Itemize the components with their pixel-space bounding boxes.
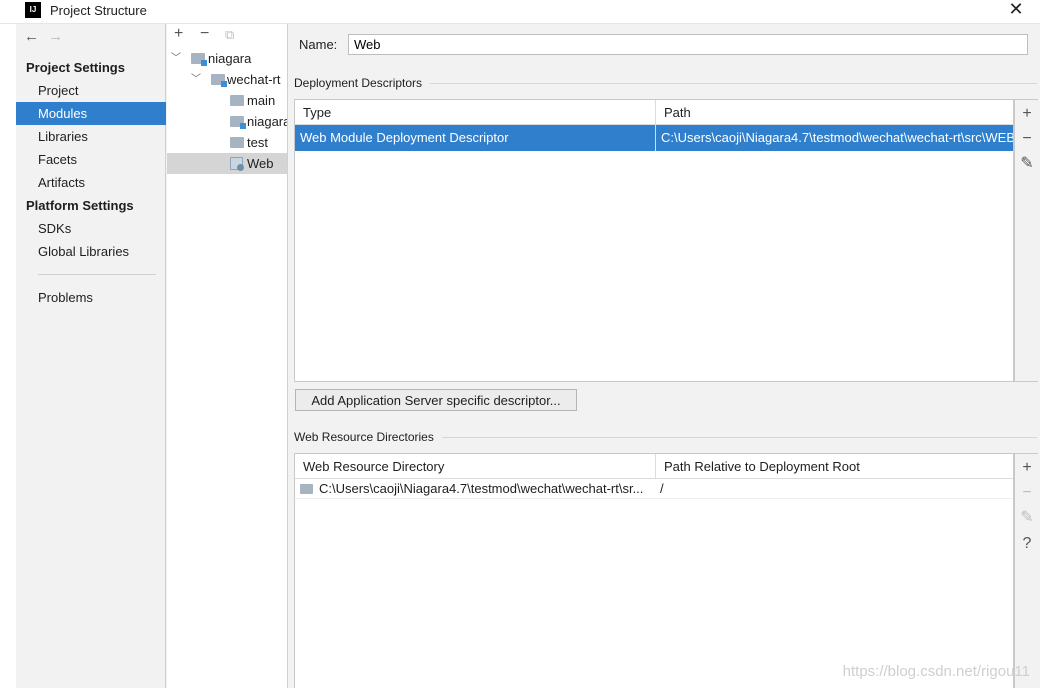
tree-node-web[interactable]: Web (167, 153, 287, 174)
tree-node-label: main (247, 93, 276, 108)
remove-icon[interactable]: − (1015, 127, 1039, 151)
resource-tools: + − ✎ ? (1014, 453, 1038, 688)
sidebar-item-artifacts[interactable]: Artifacts (16, 171, 166, 194)
intellij-logo-icon: IJ (25, 2, 41, 18)
tree-toolbar: + − ⧉ (167, 24, 287, 46)
sidebar-item-facets[interactable]: Facets (16, 148, 166, 171)
folder-icon (230, 95, 244, 106)
help-icon[interactable]: ? (1015, 532, 1039, 556)
forward-arrow-icon[interactable]: → (48, 28, 72, 45)
table-row[interactable]: Web Module Deployment Descriptor C:\User… (295, 125, 1013, 151)
cell-directory: C:\Users\caoji\Niagara4.7\testmod\wechat… (295, 479, 655, 499)
tree-node-main[interactable]: main (167, 90, 287, 111)
add-icon[interactable]: + (174, 25, 183, 43)
tree-node-test[interactable]: test (167, 132, 287, 153)
web-facet-icon (230, 157, 244, 171)
sidebar-item-libraries[interactable]: Libraries (16, 125, 166, 148)
remove-icon[interactable]: − (1015, 481, 1039, 505)
facet-settings-panel: Name: Deployment Descriptors Type Path W… (289, 24, 1040, 688)
column-header-path[interactable]: Path (655, 100, 1013, 125)
copy-icon[interactable]: ⧉ (225, 27, 234, 43)
add-icon[interactable]: + (1015, 456, 1039, 480)
sidebar-separator (38, 274, 156, 275)
back-arrow-icon[interactable]: ← (24, 28, 48, 45)
cell-path: C:\Users\caoji\Niagara4.7\testmod\wechat… (655, 125, 1013, 151)
chevron-down-icon[interactable]: ﹀ (191, 69, 201, 90)
web-resource-directories-table: Web Resource Directory Path Relative to … (294, 453, 1014, 688)
nav-arrows: ← → (24, 28, 72, 45)
tree-node-niagara[interactable]: ﹀ niagara (167, 48, 287, 69)
deployment-tools: + − ✎ (1014, 99, 1038, 382)
folder-icon (300, 484, 313, 494)
add-icon[interactable]: + (1015, 102, 1039, 126)
tree-node-label: wechat-rt (227, 72, 281, 87)
name-input[interactable] (348, 34, 1028, 55)
tree-node-wechat-rt[interactable]: ﹀ wechat-rt (167, 69, 287, 90)
window-title: Project Structure (50, 3, 147, 18)
table-header: Type Path (295, 100, 1013, 125)
module-folder-icon (191, 53, 207, 66)
deployment-descriptors-title: Deployment Descriptors (294, 76, 431, 90)
web-resource-directories-title: Web Resource Directories (294, 430, 442, 444)
left-edge (0, 24, 16, 688)
table-row[interactable]: C:\Users\caoji\Niagara4.7\testmod\wechat… (295, 479, 1013, 499)
deployment-descriptors-table: Type Path Web Module Deployment Descript… (294, 99, 1014, 382)
sidebar-item-global-libraries[interactable]: Global Libraries (16, 240, 166, 263)
tree-node-niagara-sub[interactable]: niagara (167, 111, 288, 132)
sidebar-item-problems[interactable]: Problems (16, 286, 166, 309)
module-tree: + − ⧉ ﹀ niagara ﹀ wechat-rt main niagara… (167, 24, 288, 688)
cell-directory-text: C:\Users\caoji\Niagara4.7\testmod\wechat… (319, 481, 644, 496)
column-header-relative-path[interactable]: Path Relative to Deployment Root (655, 454, 1013, 479)
column-header-directory[interactable]: Web Resource Directory (295, 454, 655, 479)
folder-icon (230, 137, 244, 148)
sidebar-item-modules[interactable]: Modules (16, 102, 166, 125)
edit-pencil-icon[interactable]: ✎ (1015, 152, 1039, 176)
project-settings-header: Project Settings (26, 60, 125, 75)
tree-node-label: test (247, 135, 268, 150)
module-folder-icon (230, 116, 246, 129)
sidebar-item-project[interactable]: Project (16, 79, 166, 102)
close-icon[interactable]: ✕ (1005, 0, 1027, 20)
tree-node-label: niagara (247, 114, 288, 129)
tree-node-label: niagara (208, 51, 252, 66)
cell-type: Web Module Deployment Descriptor (300, 130, 509, 145)
table-header: Web Resource Directory Path Relative to … (295, 454, 1013, 479)
module-folder-icon (211, 74, 227, 87)
chevron-down-icon[interactable]: ﹀ (171, 48, 181, 69)
tree-node-label: Web (247, 156, 274, 171)
column-header-type[interactable]: Type (295, 100, 655, 125)
cell-relative-path: / (660, 481, 664, 496)
remove-icon[interactable]: − (200, 25, 209, 43)
settings-sidebar: ← → Project Settings Project Modules Libr… (16, 24, 166, 688)
sidebar-item-sdks[interactable]: SDKs (16, 217, 166, 240)
title-bar: IJ Project Structure ✕ (0, 0, 1040, 24)
edit-pencil-icon[interactable]: ✎ (1015, 506, 1039, 530)
name-label: Name: (299, 37, 338, 52)
watermark: https://blog.csdn.net/rigou11 (842, 663, 1030, 680)
platform-settings-header: Platform Settings (26, 198, 134, 213)
add-server-descriptor-button[interactable]: Add Application Server specific descript… (295, 389, 577, 411)
